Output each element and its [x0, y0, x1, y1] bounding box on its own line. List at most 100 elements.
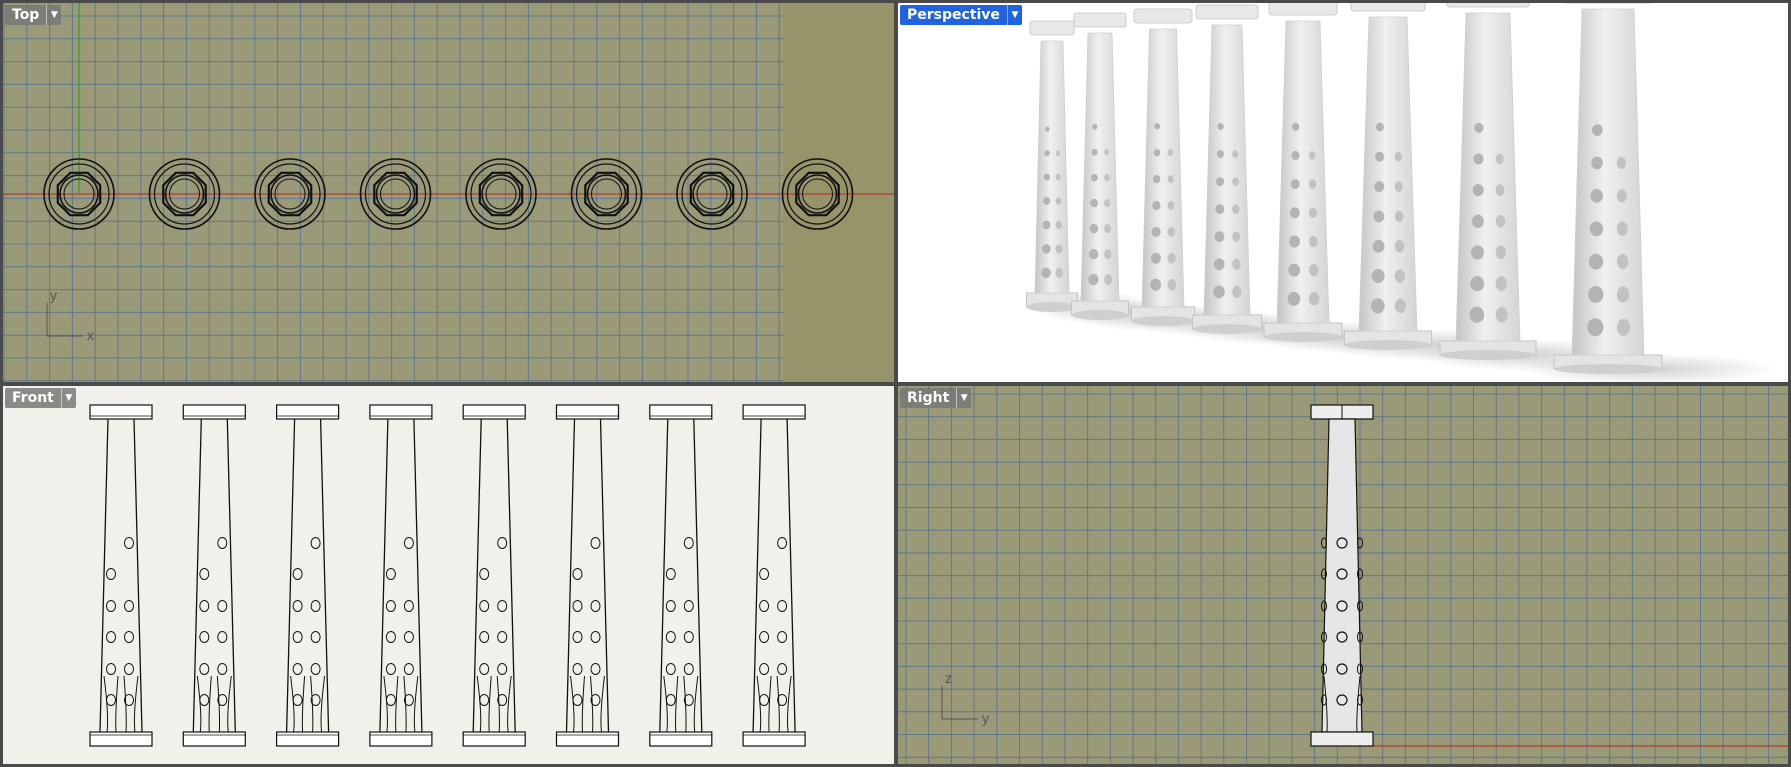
chevron-down-icon[interactable]: ▼	[956, 388, 972, 408]
right-view-canvas[interactable]: yz	[898, 386, 1788, 764]
column-hole	[1214, 231, 1225, 243]
viewport-right[interactable]: yz Right ▼	[898, 386, 1788, 764]
column-hole	[1041, 244, 1051, 254]
column-hole-outline	[590, 537, 601, 549]
viewport-front[interactable]: Front ▼	[3, 386, 894, 764]
column-hole	[1215, 177, 1225, 187]
column-hole-outline	[572, 694, 583, 706]
viewport-tab-right[interactable]: Right ▼	[900, 388, 972, 408]
column-hole-outline	[759, 600, 770, 612]
viewport-perspective[interactable]: Perspective ▼	[898, 3, 1788, 382]
column-hole-outline	[497, 631, 508, 643]
viewport-title-perspective[interactable]: Perspective	[900, 5, 1007, 25]
column-hole	[1616, 286, 1630, 303]
column-base-outline	[462, 731, 526, 747]
column-hole-outline	[292, 600, 303, 612]
front-view-canvas[interactable]	[3, 386, 894, 764]
column-hole	[1167, 253, 1176, 264]
column-render	[1127, 8, 1279, 337]
axis-y-label: y	[50, 287, 57, 303]
viewport-title-top[interactable]: Top	[5, 5, 47, 25]
column-hole-outline	[106, 600, 116, 612]
column-hole-outline	[124, 537, 134, 549]
column-hole-outline	[479, 631, 490, 643]
column-capital-outline	[649, 404, 713, 420]
column-hole-outline	[590, 663, 601, 675]
column-front-outline	[462, 404, 526, 747]
column-plinth-bottom	[1026, 302, 1078, 312]
column-hole	[1092, 123, 1098, 130]
column-front-outline	[742, 404, 806, 747]
column-hole	[1372, 239, 1385, 253]
column-hole-outline	[199, 568, 210, 580]
column-hole-outline	[497, 600, 508, 612]
column-hole-outline	[292, 631, 303, 643]
column-hole	[1375, 151, 1385, 162]
column-capital	[1133, 8, 1193, 24]
column-front-outline	[369, 404, 433, 747]
chevron-down-icon[interactable]: ▼	[1006, 5, 1022, 25]
column-hole	[1104, 224, 1111, 234]
column-capital	[1268, 3, 1338, 16]
viewport-top[interactable]: xy Top ▼	[3, 3, 894, 382]
column-hole-outline	[199, 631, 210, 643]
perspective-view-canvas[interactable]	[898, 3, 1788, 382]
column-hole	[1616, 156, 1627, 170]
column-hole	[1309, 207, 1317, 219]
column-hole	[1371, 269, 1385, 284]
column-hole	[1044, 150, 1050, 157]
column-shaft-outline	[1321, 418, 1363, 733]
chevron-down-icon[interactable]: ▼	[46, 5, 62, 25]
column-hole	[1088, 273, 1099, 286]
column-hole-outline	[759, 694, 770, 706]
column-hole-outline	[665, 568, 676, 580]
column-render	[1071, 12, 1209, 331]
column-hole-outline	[403, 663, 414, 675]
column-hole	[1043, 173, 1051, 181]
viewport-title-right[interactable]: Right	[900, 388, 957, 408]
column-base-outline	[649, 731, 713, 747]
top-view-canvas[interactable]: xy	[3, 3, 894, 382]
column-hole	[1055, 220, 1062, 230]
column-hole-outline	[199, 600, 210, 612]
column-hole	[1044, 126, 1050, 132]
column-flute-lines	[196, 675, 232, 733]
column-hole-outline	[777, 600, 788, 612]
column-hole-outline	[479, 568, 490, 580]
column-hole-outline	[385, 600, 396, 612]
column-hole	[1370, 298, 1385, 314]
column-hole	[1495, 306, 1508, 323]
column-hole	[1495, 153, 1504, 165]
column-hole-outline	[683, 537, 694, 549]
column-hole-outline	[572, 568, 583, 580]
column-hole	[1291, 150, 1300, 160]
viewport-tab-perspective[interactable]: Perspective ▼	[900, 5, 1022, 25]
column-front-outline	[555, 404, 620, 747]
viewport-tab-front[interactable]: Front ▼	[5, 388, 76, 408]
column-hole-outline	[590, 631, 601, 643]
column-base-outline	[369, 731, 433, 747]
chevron-down-icon[interactable]: ▼	[60, 388, 76, 408]
viewport-tab-top[interactable]: Top ▼	[5, 5, 62, 25]
column-hole-outline	[310, 663, 321, 675]
column-plinth-bottom	[1131, 316, 1195, 326]
column-hole	[1213, 258, 1225, 271]
column-capital	[1446, 3, 1530, 8]
column-front-outline	[89, 404, 153, 747]
column-hole-outline	[124, 600, 134, 612]
column-front-outline	[182, 404, 246, 747]
column-hole-outline	[199, 663, 210, 675]
column-hole-outline	[403, 600, 414, 612]
column-shaft	[1455, 12, 1521, 342]
column-hole	[1150, 252, 1161, 264]
column-flute-lines	[570, 675, 605, 733]
column-hole	[1104, 174, 1110, 182]
column-hole	[1373, 210, 1385, 223]
viewport-title-front[interactable]: Front	[5, 388, 61, 408]
column-hole	[1495, 276, 1507, 291]
column-hole	[1167, 149, 1174, 157]
column-hole	[1374, 181, 1385, 193]
column-hole-outline	[385, 663, 396, 675]
column-hole	[1055, 267, 1064, 278]
column-hole	[1495, 245, 1507, 260]
